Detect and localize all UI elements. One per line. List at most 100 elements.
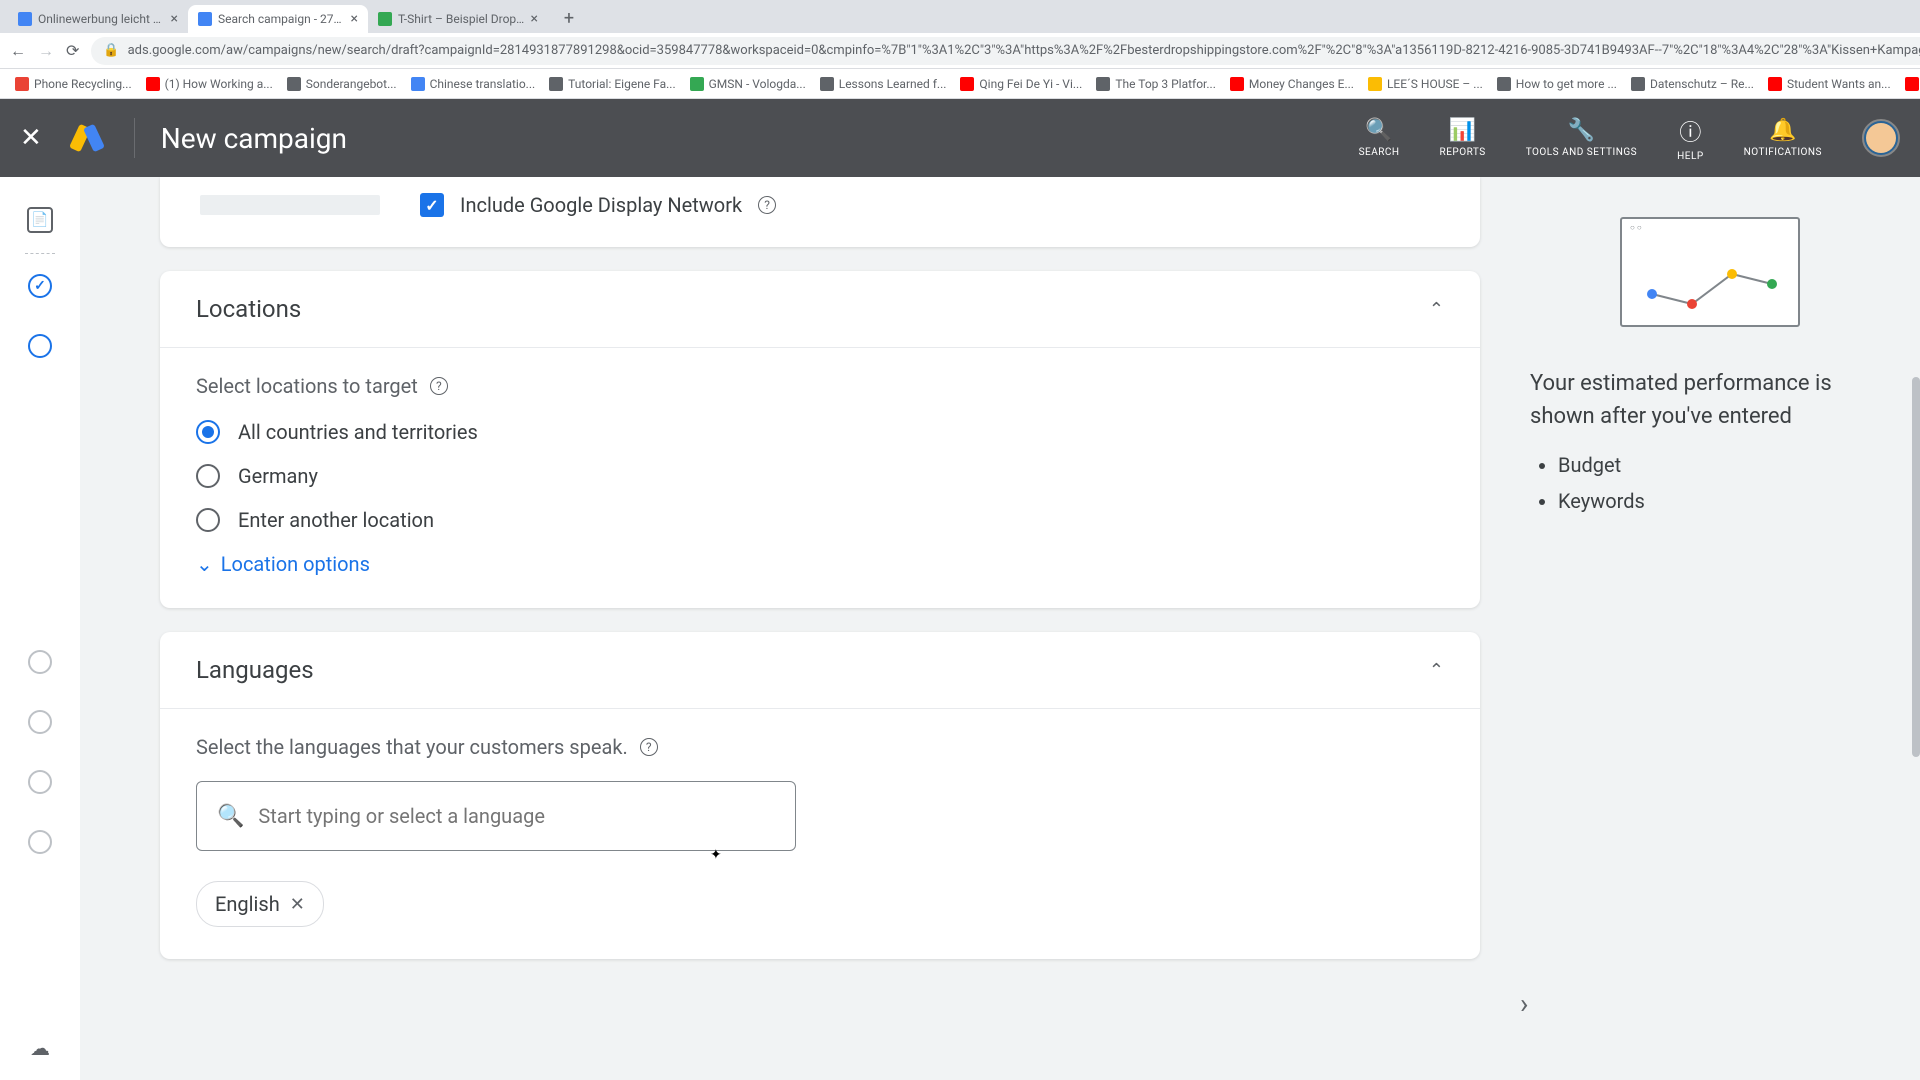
bookmark-item[interactable]: Tutorial: Eigene Fa... (544, 75, 680, 93)
user-avatar[interactable] (1862, 119, 1900, 157)
browser-tab-3[interactable]: T-Shirt – Beispiel Dropshippin × (368, 5, 548, 33)
back-button[interactable]: ← (10, 41, 26, 61)
bookmark-item[interactable]: GMSN - Vologda... (685, 75, 811, 93)
display-network-checkbox[interactable]: ✓ Include Google Display Network ? (420, 193, 776, 217)
close-button[interactable]: ✕ (20, 123, 42, 153)
bookmark-item[interactable]: Datenschutz – Re... (1626, 75, 1759, 93)
help-icon[interactable]: ? (758, 196, 776, 214)
bookmark-item[interactable]: Lessons Learned f... (815, 75, 952, 93)
url-bar: ← → ⟳ 🔒 ads.google.com/aw/campaigns/new/… (0, 33, 1920, 69)
card-title: Languages (196, 656, 314, 684)
radio-unselected-icon (196, 464, 220, 488)
search-button[interactable]: 🔍 SEARCH (1359, 118, 1400, 158)
browser-tab-1[interactable]: Onlinewerbung leicht gemacht × (8, 5, 188, 33)
lock-icon: 🔒 (103, 43, 119, 58)
radio-other-location[interactable]: Enter another location (196, 508, 1444, 532)
notifications-button[interactable]: 🔔 NOTIFICATIONS (1744, 118, 1822, 158)
help-button[interactable]: ⓘ HELP (1677, 115, 1704, 162)
tab-title: T-Shirt – Beispiel Dropshippin (398, 12, 525, 26)
bookmark-item[interactable]: Money Changes E... (1225, 75, 1359, 93)
google-ads-logo[interactable] (70, 121, 104, 155)
radio-label: Enter another location (238, 508, 434, 532)
radio-label: All countries and territories (238, 420, 478, 444)
app-header: ✕ New campaign 🔍 SEARCH 📊 REPORTS 🔧 TOOL… (0, 99, 1920, 177)
close-icon[interactable]: × (531, 11, 538, 27)
content-column: ✓ Include Google Display Network ? Locat… (80, 177, 1500, 1080)
network-thumbnail (200, 195, 380, 215)
step-pending[interactable] (28, 770, 52, 794)
scrollbar[interactable] (1912, 377, 1920, 757)
bookmark-item[interactable]: LEE´S HOUSE – ... (1363, 75, 1488, 93)
close-icon[interactable]: × (171, 11, 178, 27)
tools-button[interactable]: 🔧 TOOLS AND SETTINGS (1526, 118, 1637, 158)
wrench-icon: 🔧 (1568, 118, 1595, 143)
tab-favicon (18, 12, 32, 26)
cursor-icon: ✦ (710, 847, 722, 863)
radio-selected-icon (196, 420, 220, 444)
help-icon[interactable]: ? (640, 738, 658, 756)
bookmark-item[interactable]: How to get more ... (1492, 75, 1622, 93)
languages-header[interactable]: Languages ⌃ (160, 632, 1480, 709)
language-text-input[interactable] (258, 804, 775, 828)
chevron-down-icon: ⌄ (196, 552, 213, 576)
bookmark-item[interactable]: (2) How To Add A... (1900, 75, 1920, 93)
chevron-up-icon: ⌃ (1429, 299, 1444, 320)
search-icon: 🔍 (217, 804, 244, 829)
address-bar[interactable]: 🔒 ads.google.com/aw/campaigns/new/search… (91, 37, 1920, 65)
reload-button[interactable]: ⟳ (66, 41, 79, 60)
overview-icon[interactable]: 📄 (27, 207, 53, 233)
tab-title: Onlinewerbung leicht gemacht (38, 12, 165, 26)
languages-card: Languages ⌃ Select the languages that yo… (160, 632, 1480, 959)
reports-icon: 📊 (1449, 118, 1476, 143)
forward-button[interactable]: → (38, 41, 54, 61)
performance-text: Your estimated performance is shown afte… (1530, 367, 1890, 433)
divider (134, 118, 135, 158)
bookmark-item[interactable]: Student Wants an... (1763, 75, 1896, 93)
locations-card: Locations ⌃ Select locations to target ?… (160, 271, 1480, 608)
divider (25, 253, 55, 254)
help-icon: ⓘ (1679, 115, 1701, 147)
expand-arrow-icon[interactable]: › (1520, 987, 1528, 1020)
bookmark-item[interactable]: The Top 3 Platfor... (1091, 75, 1221, 93)
help-icon[interactable]: ? (430, 377, 448, 395)
remove-icon[interactable]: ✕ (290, 894, 305, 915)
bookmark-item[interactable]: Phone Recycling... (10, 75, 137, 93)
list-item: Keywords (1558, 489, 1890, 513)
search-icon: 🔍 (1365, 118, 1392, 143)
bookmark-item[interactable]: Chinese translatio... (406, 75, 541, 93)
location-options-label: Location options (221, 552, 370, 576)
performance-list: Budget Keywords (1530, 453, 1890, 513)
tab-favicon (378, 12, 392, 26)
bell-icon: 🔔 (1769, 118, 1796, 143)
chevron-up-icon: ⌃ (1429, 660, 1444, 681)
location-options-toggle[interactable]: ⌄ Location options (196, 552, 1444, 576)
reports-button[interactable]: 📊 REPORTS (1440, 118, 1486, 158)
languages-subtitle: Select the languages that your customers… (196, 735, 1444, 759)
step-pending[interactable] (28, 650, 52, 674)
card-title: Locations (196, 295, 301, 323)
close-icon[interactable]: × (351, 11, 358, 27)
performance-chart-icon (1620, 217, 1800, 327)
tab-title: Search campaign - 279-560- (218, 12, 345, 26)
bookmark-item[interactable]: Sonderangebot... (282, 75, 402, 93)
cloud-icon[interactable]: ☁ (30, 1036, 50, 1060)
language-chip[interactable]: English ✕ (196, 881, 324, 927)
radio-germany[interactable]: Germany (196, 464, 1444, 488)
bookmark-item[interactable]: (1) How Working a... (141, 75, 278, 93)
url-text: ads.google.com/aw/campaigns/new/search/d… (128, 43, 1920, 58)
browser-tab-2[interactable]: Search campaign - 279-560- × (188, 5, 368, 33)
radio-all-countries[interactable]: All countries and territories (196, 420, 1444, 444)
browser-tabs: Onlinewerbung leicht gemacht × Search ca… (0, 0, 1920, 33)
step-done[interactable] (28, 274, 52, 298)
bookmark-item[interactable]: Qing Fei De Yi - Vi... (955, 75, 1087, 93)
step-pending[interactable] (28, 710, 52, 734)
checkbox-checked-icon: ✓ (420, 193, 444, 217)
checkbox-label: Include Google Display Network (460, 193, 742, 217)
language-input[interactable]: 🔍 (196, 781, 796, 851)
step-pending[interactable] (28, 830, 52, 854)
locations-header[interactable]: Locations ⌃ (160, 271, 1480, 348)
step-current[interactable] (28, 334, 52, 358)
main-content: 📄 ☁ ✓ Include Google Display Network ? (0, 177, 1920, 1080)
locations-subtitle: Select locations to target ? (196, 374, 1444, 398)
new-tab-button[interactable]: + (556, 5, 582, 31)
